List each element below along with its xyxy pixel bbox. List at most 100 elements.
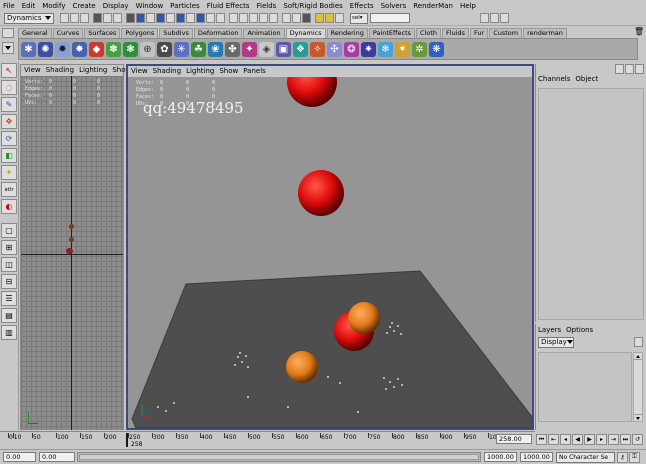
play-backwards-icon[interactable]: ◀ (572, 434, 583, 445)
menu-edit[interactable]: Edit (22, 2, 36, 10)
playback-start-field[interactable]: 0.00 (39, 452, 75, 462)
shelf-tab-menu-icon[interactable] (2, 28, 14, 38)
menu-fluid-effects[interactable]: Fluid Effects (207, 2, 250, 10)
range-slider-handle[interactable] (79, 454, 479, 460)
shelf-tab-painteffects[interactable]: PaintEffects (368, 28, 416, 38)
layer-list-scrollbar[interactable] (633, 352, 643, 422)
channel-box-menu-object[interactable]: Object (575, 75, 598, 83)
select-rendering-icon[interactable] (206, 13, 215, 23)
menu-modify[interactable]: Modify (42, 2, 65, 10)
range-slider[interactable] (77, 452, 481, 462)
instancer-icon[interactable]: ✲ (412, 41, 427, 57)
auto-key-icon[interactable]: ⚿ (629, 451, 640, 463)
key-icon[interactable]: ⚷ (617, 451, 628, 463)
animation-start-field[interactable]: 0.00 (3, 452, 36, 462)
layer-editor-icon[interactable] (625, 64, 634, 74)
select-deformations-icon[interactable] (186, 13, 195, 23)
emitter-icon[interactable]: ✺ (38, 41, 53, 57)
shelf-tab-cloth[interactable]: Cloth (416, 28, 442, 38)
manipulator-tool-icon[interactable]: ✦ (1, 165, 17, 180)
perspective-viewport[interactable]: Verts: 0 0 0 Edges: 0 0 0 Faces: 0 0 0 UVs: 0 0 0 qq:49… (128, 77, 532, 428)
play-forwards-icon[interactable]: ▶ (584, 434, 595, 445)
animation-end-field[interactable]: 1000.00 (520, 452, 553, 462)
go-to-end-icon[interactable]: ⏭ (620, 434, 631, 445)
shelf-tab-rendering[interactable]: Rendering (326, 28, 368, 38)
layout-two-side-icon[interactable]: ◫ (1, 257, 17, 272)
menu-window[interactable]: Window (136, 2, 164, 10)
side-view-menu-view[interactable]: View (24, 66, 41, 74)
pin-constraint-icon[interactable]: ❂ (344, 41, 359, 57)
goal-icon[interactable]: ◆ (89, 41, 104, 57)
menu-create[interactable]: Create (72, 2, 95, 10)
go-to-start-icon[interactable]: ⏮ (536, 434, 547, 445)
select-hierarchy-icon[interactable] (93, 13, 102, 23)
layer-editor-menu-layers[interactable]: Layers (538, 326, 561, 334)
select-dynamics-icon[interactable] (196, 13, 205, 23)
selection-mode-dropdown[interactable]: sel▾ (350, 12, 368, 24)
layout-two-stack-icon[interactable]: ⊟ (1, 274, 17, 289)
perspective-view-menu-lighting[interactable]: Lighting (186, 67, 214, 75)
menu-display[interactable]: Display (103, 2, 129, 10)
shelf-tab-custom[interactable]: Custom (489, 28, 523, 38)
new-scene-icon[interactable] (60, 13, 69, 23)
surface-emitter-icon[interactable]: ✹ (55, 41, 70, 57)
newton-field-icon[interactable]: ✿ (157, 41, 172, 57)
layer-list[interactable] (538, 352, 632, 422)
highlight-selection-icon[interactable] (136, 13, 145, 23)
channel-box-toggle-icon[interactable] (500, 13, 509, 23)
hinge-constraint-icon[interactable]: ✷ (361, 41, 376, 57)
orange-ball[interactable] (286, 351, 318, 383)
playback-end-field[interactable]: 1000.00 (484, 452, 517, 462)
snap-grid-icon[interactable] (229, 13, 238, 23)
step-forward-frame-icon[interactable]: ▸ (596, 434, 607, 445)
menu-solvers[interactable]: Solvers (381, 2, 407, 10)
move-tool-icon[interactable]: ✥ (1, 114, 17, 129)
lock-selection-icon[interactable] (126, 13, 135, 23)
select-joints-icon[interactable] (156, 13, 165, 23)
shelf-tab-surfaces[interactable]: Surfaces (84, 28, 121, 38)
shelf-tab-curves[interactable]: Curves (52, 28, 84, 38)
select-handles-icon[interactable] (146, 13, 155, 23)
layer-type-dropdown[interactable]: Display (538, 336, 574, 348)
current-frame-field[interactable]: 258.00 (496, 434, 532, 444)
make-live-icon[interactable] (269, 13, 278, 23)
shelf-tab-deformation[interactable]: Deformation (193, 28, 243, 38)
trash-icon[interactable]: 🗑 (634, 27, 644, 37)
snap-point-icon[interactable] (249, 13, 258, 23)
perspective-view-menu-view[interactable]: View (131, 67, 148, 75)
last-tool-icon[interactable]: ◐ (1, 199, 17, 214)
construction-history-icon[interactable] (302, 13, 311, 23)
curve-emitter-icon[interactable]: ✸ (72, 41, 87, 57)
active-rigid-body-icon[interactable]: ◈ (259, 41, 274, 57)
quick-select-field[interactable] (370, 13, 410, 23)
channel-box-icon[interactable] (615, 64, 624, 74)
shelf-tab-dynamics[interactable]: Dynamics (285, 28, 326, 38)
time-slider[interactable]: 0 10 50 100 150 200 250 300 350 400 450 500 550 600 65… (0, 431, 535, 448)
shelf-tab-subdivs[interactable]: Subdivs (159, 28, 193, 38)
open-scene-icon[interactable] (70, 13, 79, 23)
render-frame-icon[interactable] (315, 13, 324, 23)
layout-graph-icon[interactable]: ▤ (1, 308, 17, 323)
menu-particles[interactable]: Particles (170, 2, 200, 10)
volume-axis-field-icon[interactable]: ✦ (242, 41, 257, 57)
side-view-menu-shading[interactable]: Shading (46, 66, 74, 74)
time-slider-current-frame-marker[interactable] (126, 433, 128, 447)
tool-settings-toggle-icon[interactable] (490, 13, 499, 23)
select-misc-icon[interactable] (216, 13, 225, 23)
snap-curve-icon[interactable] (239, 13, 248, 23)
red-ball[interactable] (298, 170, 344, 216)
vortex-field-icon[interactable]: ✤ (225, 41, 240, 57)
attribute-editor-toggle-icon[interactable] (480, 13, 489, 23)
select-component-icon[interactable] (113, 13, 122, 23)
layer-editor-menu-options[interactable]: Options (566, 326, 593, 334)
step-back-key-icon[interactable]: ⇤ (548, 434, 559, 445)
layout-hypershade-icon[interactable]: ▥ (1, 325, 17, 340)
menu-soft-rigid-bodies[interactable]: Soft/Rigid Bodies (283, 2, 342, 10)
side-viewport[interactable]: Verts: 0 0 0 Edges: 0 0 0 Faces: 0 0 0 UVs: 0 0 0 (21, 76, 123, 430)
select-object-icon[interactable] (103, 13, 112, 23)
output-history-icon[interactable] (292, 13, 301, 23)
passive-rigid-body-icon[interactable]: ▣ (276, 41, 291, 57)
sprite-wizard-icon[interactable]: ❋ (429, 41, 444, 57)
drag-field-icon[interactable]: ❃ (123, 41, 138, 57)
attr-tool-icon[interactable]: attr (1, 182, 17, 197)
